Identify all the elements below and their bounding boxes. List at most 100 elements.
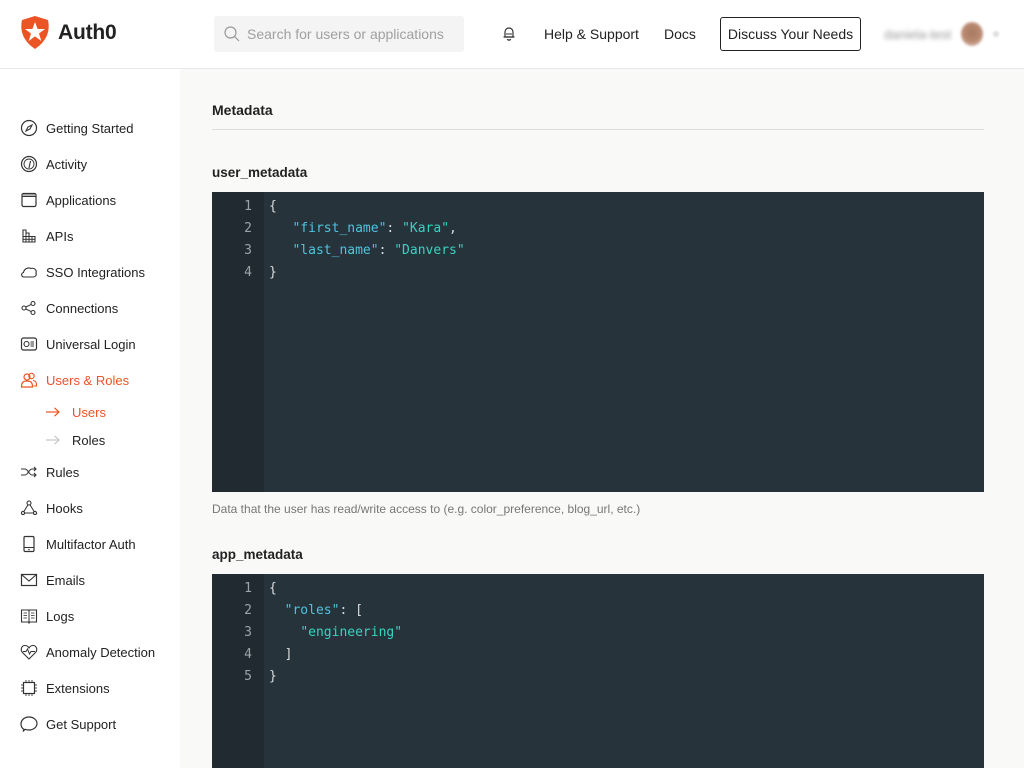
- code-line: }: [269, 669, 984, 691]
- chip-icon: [20, 679, 38, 697]
- sidebar-item-hooks[interactable]: Hooks: [20, 498, 83, 518]
- json-key: "roles": [284, 603, 340, 618]
- envelope-icon: [20, 571, 38, 589]
- code-area[interactable]: { "roles": [ "engineering" ] }: [264, 574, 984, 768]
- chat-bubble-icon: [20, 715, 38, 733]
- book-icon: [20, 607, 38, 625]
- bell-icon: [503, 27, 515, 41]
- line-number: 1: [244, 199, 252, 214]
- code-line: {: [269, 199, 984, 221]
- sidebar-item-label: Anomaly Detection: [46, 644, 156, 660]
- sidebar-item-label: Universal Login: [46, 336, 136, 352]
- chevron-down-icon: [993, 31, 1000, 37]
- notifications-button[interactable]: [502, 26, 516, 47]
- line-number: 2: [244, 603, 252, 618]
- bracket-close: ]: [284, 647, 293, 662]
- bracket-open: [: [355, 603, 363, 618]
- divider: [212, 129, 984, 130]
- line-number: 4: [244, 647, 252, 662]
- sidebar-item-label: Connections: [46, 300, 119, 316]
- sidebar-subitem-users[interactable]: Users: [46, 403, 106, 421]
- mobile-icon: [20, 535, 38, 553]
- docs-link[interactable]: Docs: [664, 26, 696, 42]
- brace-close: }: [269, 265, 277, 280]
- compass-icon: [20, 119, 38, 137]
- sidebar-item-label: Activity: [46, 156, 88, 172]
- sidebar-item-label: Hooks: [46, 500, 83, 516]
- shuffle-icon: [20, 463, 38, 481]
- search-box[interactable]: [214, 16, 464, 52]
- auth0-logo[interactable]: Auth0: [20, 16, 117, 49]
- brand-name: Auth0: [58, 20, 117, 44]
- code-line: "roles": [: [284, 603, 363, 618]
- search-input[interactable]: [247, 26, 457, 42]
- help-support-link[interactable]: Help & Support: [544, 26, 639, 42]
- hooks-icon: [20, 499, 38, 517]
- sidebar-item-getting-started[interactable]: Getting Started: [20, 118, 133, 138]
- arrow-right-icon: [46, 407, 62, 417]
- sidebar-nav: Getting Started Activity Applications AP…: [0, 69, 180, 768]
- grid-icon: [20, 227, 38, 245]
- sidebar-item-anomaly-detection[interactable]: Anomaly Detection: [20, 642, 155, 662]
- sidebar-item-get-support[interactable]: Get Support: [20, 714, 116, 734]
- line-number: 1: [244, 581, 252, 596]
- cloud-icon: [20, 263, 38, 281]
- app-metadata-editor[interactable]: 1 2 3 4 5 { "roles": [ "engineering" ] }: [212, 574, 984, 768]
- brace-open: {: [269, 199, 277, 214]
- json-key: "last_name": [292, 243, 379, 258]
- code-line: "engineering": [269, 625, 984, 647]
- json-value: "Kara": [402, 221, 450, 236]
- sidebar-item-label: SSO Integrations: [46, 264, 145, 280]
- main-content: Metadata user_metadata 1 2 3 4 { "first_…: [180, 69, 1024, 768]
- sidebar-item-sso-integrations[interactable]: SSO Integrations: [20, 262, 145, 282]
- login-card-icon: [20, 335, 38, 353]
- sidebar-item-label: Get Support: [46, 716, 117, 732]
- sidebar-item-connections[interactable]: Connections: [20, 298, 118, 318]
- search-icon: [224, 26, 240, 42]
- sidebar-item-apis[interactable]: APIs: [20, 226, 73, 246]
- line-number: 2: [244, 221, 252, 236]
- share-nodes-icon: [20, 299, 38, 317]
- json-value: "Danvers": [394, 243, 465, 258]
- sidebar-item-label: Applications: [46, 192, 117, 208]
- sidebar-item-label: Logs: [46, 608, 75, 624]
- sidebar-item-label: Users & Roles: [46, 372, 130, 388]
- gauge-icon: [20, 155, 38, 173]
- code-area[interactable]: { "first_name": "Kara", "last_name": "Da…: [264, 192, 984, 492]
- code-line: ]: [269, 647, 984, 669]
- sidebar-item-multifactor-auth[interactable]: Multifactor Auth: [20, 534, 136, 554]
- window-icon: [20, 191, 38, 209]
- section-title: Metadata: [212, 102, 273, 118]
- auth0-shield-icon: [21, 16, 49, 49]
- discuss-your-needs-button[interactable]: Discuss Your Needs: [720, 17, 861, 51]
- avatar: [961, 22, 984, 46]
- users-icon: [20, 371, 38, 389]
- code-line: "first_name": "Kara",: [292, 221, 457, 236]
- sidebar-subitem-roles[interactable]: Roles: [46, 431, 105, 449]
- sidebar-item-logs[interactable]: Logs: [20, 606, 74, 626]
- sidebar-item-label: Getting Started: [46, 120, 134, 136]
- code-line: {: [269, 581, 984, 603]
- user-menu[interactable]: daniela-test: [884, 22, 1000, 46]
- sidebar-item-applications[interactable]: Applications: [20, 190, 116, 210]
- brace-close: }: [269, 669, 277, 684]
- user-metadata-help: Data that the user has read/write access…: [212, 502, 641, 516]
- heartbeat-icon: [20, 643, 38, 661]
- sidebar-item-emails[interactable]: Emails: [20, 570, 85, 590]
- sidebar-item-extensions[interactable]: Extensions: [20, 678, 110, 698]
- sidebar-item-universal-login[interactable]: Universal Login: [20, 334, 136, 354]
- sidebar-item-activity[interactable]: Activity: [20, 154, 87, 174]
- user-metadata-label: user_metadata: [212, 165, 308, 180]
- code-line: "last_name": "Danvers": [292, 243, 465, 258]
- sidebar-item-label: Multifactor Auth: [46, 536, 136, 552]
- user-name: daniela-test: [884, 26, 952, 42]
- user-metadata-editor[interactable]: 1 2 3 4 { "first_name": "Kara", "last_na…: [212, 192, 984, 492]
- line-number: 4: [244, 265, 252, 280]
- sidebar-item-rules[interactable]: Rules: [20, 462, 79, 482]
- sidebar-item-label: Emails: [46, 572, 86, 588]
- top-header: Auth0 Help & Support Docs Discuss Your N…: [0, 0, 1024, 69]
- sidebar-subitem-label: Users: [72, 404, 106, 420]
- sidebar-item-users-roles[interactable]: Users & Roles: [20, 370, 129, 390]
- line-number-gutter: 1 2 3 4: [212, 192, 264, 492]
- arrow-right-icon: [46, 435, 62, 445]
